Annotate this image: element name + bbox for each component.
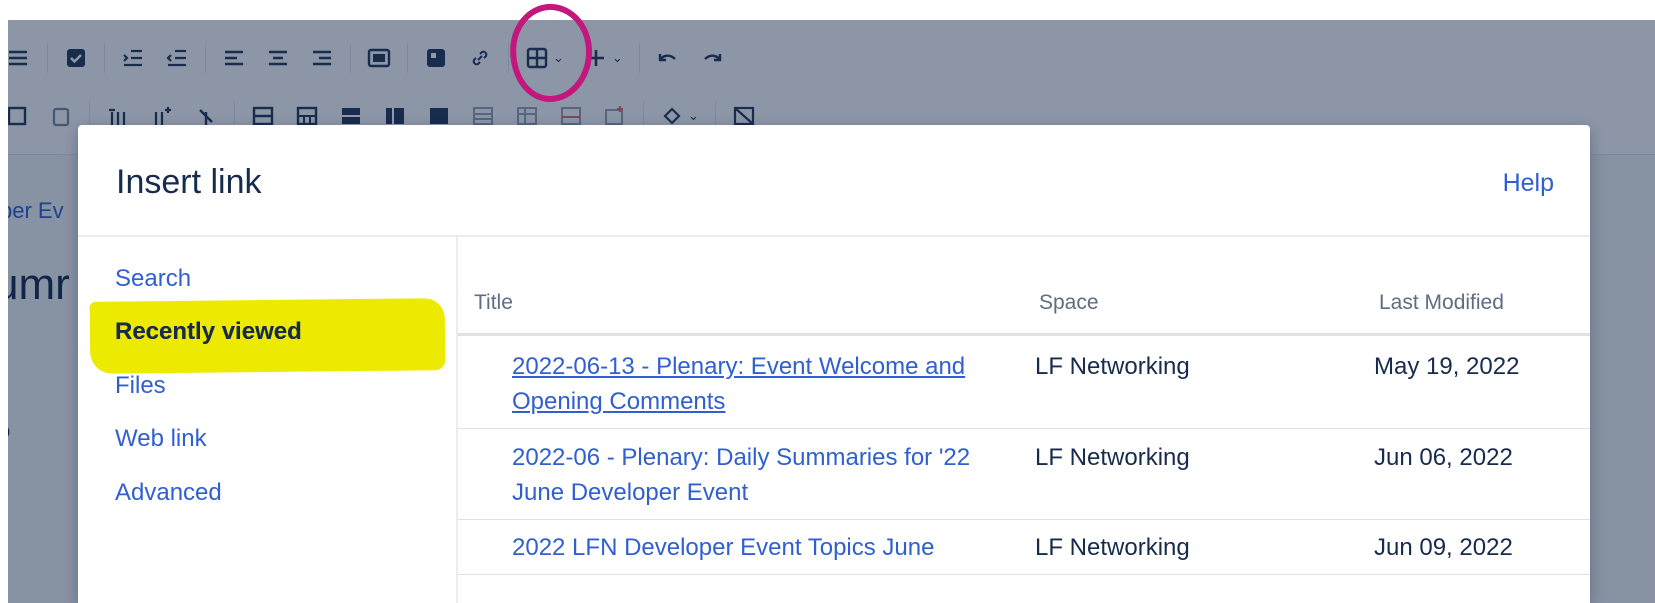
- column-header-last-modified[interactable]: Last Modified: [1379, 291, 1504, 315]
- table-row-modified: Jun 09, 2022: [1374, 534, 1513, 561]
- header-divider: [458, 333, 1590, 336]
- nav-item-search[interactable]: Search: [115, 265, 191, 293]
- title-line: June Developer Event: [512, 479, 749, 506]
- table-row-title-link[interactable]: 2022-06 - Plenary: Daily Summaries for '…: [512, 440, 970, 510]
- table-row-modified: May 19, 2022: [1374, 353, 1520, 380]
- table-row-space: LF Networking: [1035, 444, 1190, 471]
- help-link[interactable]: Help: [1503, 169, 1554, 198]
- title-line: Opening Comments: [512, 388, 726, 415]
- table-row-space: LF Networking: [1035, 353, 1190, 380]
- title-line: 2022 LFN Developer Event Topics June: [512, 534, 935, 561]
- table-row-title-link[interactable]: 2022 LFN Developer Event Topics June: [512, 530, 934, 565]
- column-header-title[interactable]: Title: [474, 291, 513, 315]
- table-row-space: LF Networking: [1035, 534, 1190, 561]
- dialog-title: Insert link: [116, 163, 262, 201]
- table-row-title-link[interactable]: 2022-06-13 - Plenary: Event Welcome and …: [512, 349, 965, 419]
- row-divider: [458, 574, 1590, 575]
- column-header-space[interactable]: Space: [1039, 291, 1099, 315]
- row-divider: [458, 428, 1590, 429]
- nav-item-web-link[interactable]: Web link: [115, 425, 207, 453]
- nav-item-advanced[interactable]: Advanced: [115, 479, 222, 507]
- row-divider: [458, 519, 1590, 520]
- table-row-modified: Jun 06, 2022: [1374, 444, 1513, 471]
- title-line: 2022-06-13 - Plenary: Event Welcome and: [512, 353, 966, 380]
- dialog-header: Insert link Help: [78, 125, 1590, 237]
- title-line: 2022-06 - Plenary: Daily Summaries for '…: [512, 444, 971, 471]
- nav-item-recently-viewed-overlay: Recently viewed: [115, 318, 302, 345]
- nav-item-files[interactable]: Files: [115, 372, 166, 400]
